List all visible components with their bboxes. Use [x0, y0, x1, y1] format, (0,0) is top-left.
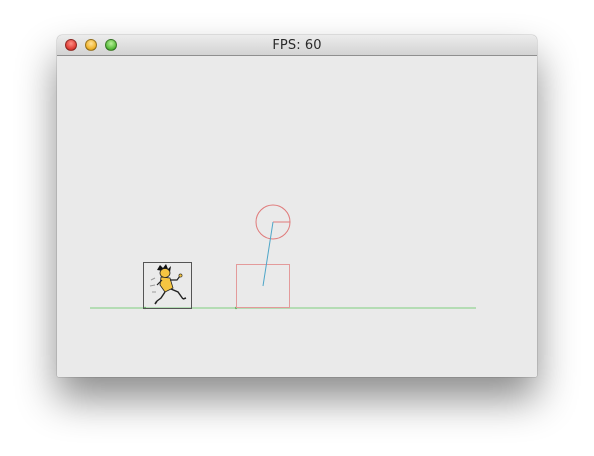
- title-bar[interactable]: FPS: 60: [57, 35, 537, 56]
- player-sprite: [143, 262, 192, 309]
- game-canvas[interactable]: [57, 56, 537, 377]
- window-title: FPS: 60: [272, 38, 322, 53]
- scene-svg: [90, 204, 476, 310]
- pendulum-rod: [262, 221, 274, 287]
- running-caveman-icon: [149, 264, 187, 305]
- app-window: FPS: 60: [57, 35, 537, 377]
- desktop: FPS: 60: [0, 0, 594, 456]
